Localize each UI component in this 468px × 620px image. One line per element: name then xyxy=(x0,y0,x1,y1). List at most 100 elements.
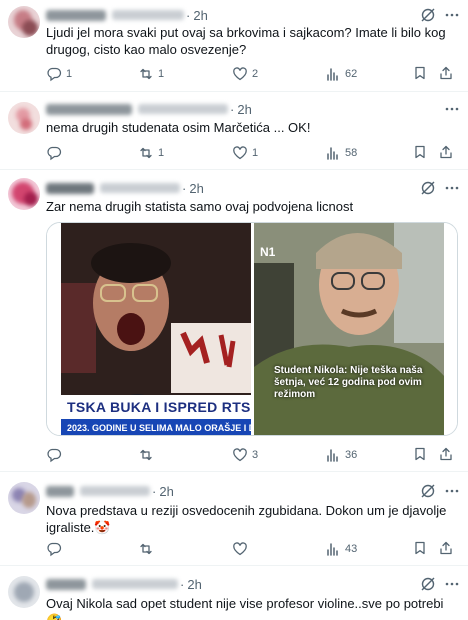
author-name[interactable] xyxy=(46,578,86,590)
avatar[interactable] xyxy=(8,482,40,514)
share-button[interactable] xyxy=(438,144,454,162)
post-header: · 2h xyxy=(46,179,204,197)
view-count: 58 xyxy=(345,147,358,159)
more-options-icon[interactable] xyxy=(444,483,460,499)
bookmark-icon xyxy=(415,541,425,555)
share-button[interactable] xyxy=(438,65,454,83)
like-button[interactable]: 2 xyxy=(232,65,258,83)
share-button[interactable] xyxy=(438,446,454,464)
author-handle[interactable] xyxy=(92,579,178,589)
post-text: Zar nema drugih statista samo ovaj podvo… xyxy=(46,199,354,214)
action-bar: 1 1 2 62 xyxy=(46,65,458,83)
author-handle[interactable] xyxy=(112,10,184,20)
news-ticker: TSKA BUKA I ISPRED RTS xyxy=(61,395,251,419)
reply-button[interactable] xyxy=(46,446,72,464)
repost-icon xyxy=(140,68,152,80)
reply-button[interactable] xyxy=(46,144,72,162)
bookmark-icon xyxy=(415,145,425,159)
post-time[interactable]: 2h xyxy=(193,8,207,23)
repost-button[interactable] xyxy=(138,446,164,464)
views-button[interactable]: 36 xyxy=(325,446,357,464)
share-icon xyxy=(440,145,452,159)
avatar[interactable] xyxy=(8,576,40,608)
author-name[interactable] xyxy=(46,9,106,21)
reply-button[interactable]: 1 xyxy=(46,65,72,83)
reply-icon xyxy=(47,542,62,557)
more-options-icon[interactable] xyxy=(444,180,460,196)
analytics-icon xyxy=(327,449,338,462)
views-button[interactable]: 43 xyxy=(325,540,357,558)
post-text: Nova predstava u reziji osvedocenih zgub… xyxy=(46,503,447,535)
analytics-icon xyxy=(327,543,338,556)
avatar[interactable] xyxy=(8,102,40,134)
media-image-right[interactable]: N1 Student Nikola: Nije teška naša šetnj… xyxy=(254,223,445,435)
post-2[interactable]: · 2h nema drugih studenata osim Marčetić… xyxy=(0,92,468,170)
repost-button[interactable]: 1 xyxy=(138,65,164,83)
n1-logo: N1 xyxy=(260,245,276,259)
grok-icon[interactable] xyxy=(420,483,436,499)
share-icon xyxy=(440,447,452,461)
media-image-left[interactable]: TSKA BUKA I ISPRED RTS 2023. GODINE U SE… xyxy=(61,223,251,435)
grok-icon[interactable] xyxy=(420,180,436,196)
repost-button[interactable]: 1 xyxy=(138,144,164,162)
like-button[interactable] xyxy=(232,540,258,558)
action-bar: 43 xyxy=(46,540,458,558)
grok-icon[interactable] xyxy=(420,576,436,592)
more-options-icon[interactable] xyxy=(444,576,460,592)
grok-icon[interactable] xyxy=(420,7,436,23)
like-button[interactable]: 3 xyxy=(232,446,258,464)
post-time[interactable]: 2h xyxy=(237,102,251,117)
more-options-icon[interactable] xyxy=(444,101,460,117)
bookmark-icon xyxy=(415,66,425,80)
post-1[interactable]: · 2h Ljudi jel mora svaki put ovaj sa br… xyxy=(0,0,468,92)
view-count: 36 xyxy=(345,449,358,461)
author-name[interactable] xyxy=(46,485,74,497)
post-3[interactable]: · 2h Zar nema drugih statista samo ovaj … xyxy=(0,170,468,472)
reply-icon xyxy=(47,67,62,82)
post-text: Ovaj Nikola sad opet student nije vise p… xyxy=(46,596,444,620)
more-options-icon[interactable] xyxy=(444,7,460,23)
action-bar: 3 36 xyxy=(46,446,458,464)
like-button[interactable]: 1 xyxy=(232,144,258,162)
repost-count: 1 xyxy=(158,68,165,80)
student-photo xyxy=(254,223,445,435)
heart-icon xyxy=(233,146,247,160)
share-button[interactable] xyxy=(438,540,454,558)
post-time[interactable]: 2h xyxy=(187,577,201,592)
author-name[interactable] xyxy=(46,182,94,194)
share-icon xyxy=(440,66,452,80)
repost-icon xyxy=(140,543,152,555)
reply-icon xyxy=(47,146,62,161)
analytics-icon xyxy=(327,147,338,160)
post-5[interactable]: · 2h Ovaj Nikola sad opet student nije v… xyxy=(0,566,468,620)
reply-button[interactable] xyxy=(46,540,72,558)
analytics-icon xyxy=(327,68,338,81)
view-count: 43 xyxy=(345,543,358,555)
author-handle[interactable] xyxy=(138,104,228,114)
post-time[interactable]: 2h xyxy=(189,181,203,196)
heart-icon xyxy=(233,67,247,81)
bookmark-button[interactable] xyxy=(412,540,428,558)
avatar[interactable] xyxy=(8,6,40,38)
views-button[interactable]: 62 xyxy=(325,65,357,83)
like-count: 2 xyxy=(252,68,259,80)
heart-icon xyxy=(233,448,247,462)
views-button[interactable]: 58 xyxy=(325,144,357,162)
repost-icon xyxy=(140,449,152,461)
news-caption: Student Nikola: Nije teška naša šetnja, … xyxy=(274,365,423,400)
author-name[interactable] xyxy=(46,103,132,115)
author-handle[interactable] xyxy=(80,486,150,496)
bookmark-button[interactable] xyxy=(412,446,428,464)
avatar[interactable] xyxy=(8,178,40,210)
like-count: 3 xyxy=(252,449,259,461)
reply-icon xyxy=(47,448,62,463)
post-4[interactable]: · 2h Nova predstava u reziji osvedocenih… xyxy=(0,472,468,566)
author-handle[interactable] xyxy=(100,183,180,193)
post-time[interactable]: 2h xyxy=(159,484,173,499)
bookmark-button[interactable] xyxy=(412,65,428,83)
bookmark-button[interactable] xyxy=(412,144,428,162)
repost-button[interactable] xyxy=(138,540,164,558)
share-icon xyxy=(440,541,452,555)
media-grid[interactable]: TSKA BUKA I ISPRED RTS 2023. GODINE U SE… xyxy=(46,222,458,436)
post-header: · 2h xyxy=(46,482,174,500)
